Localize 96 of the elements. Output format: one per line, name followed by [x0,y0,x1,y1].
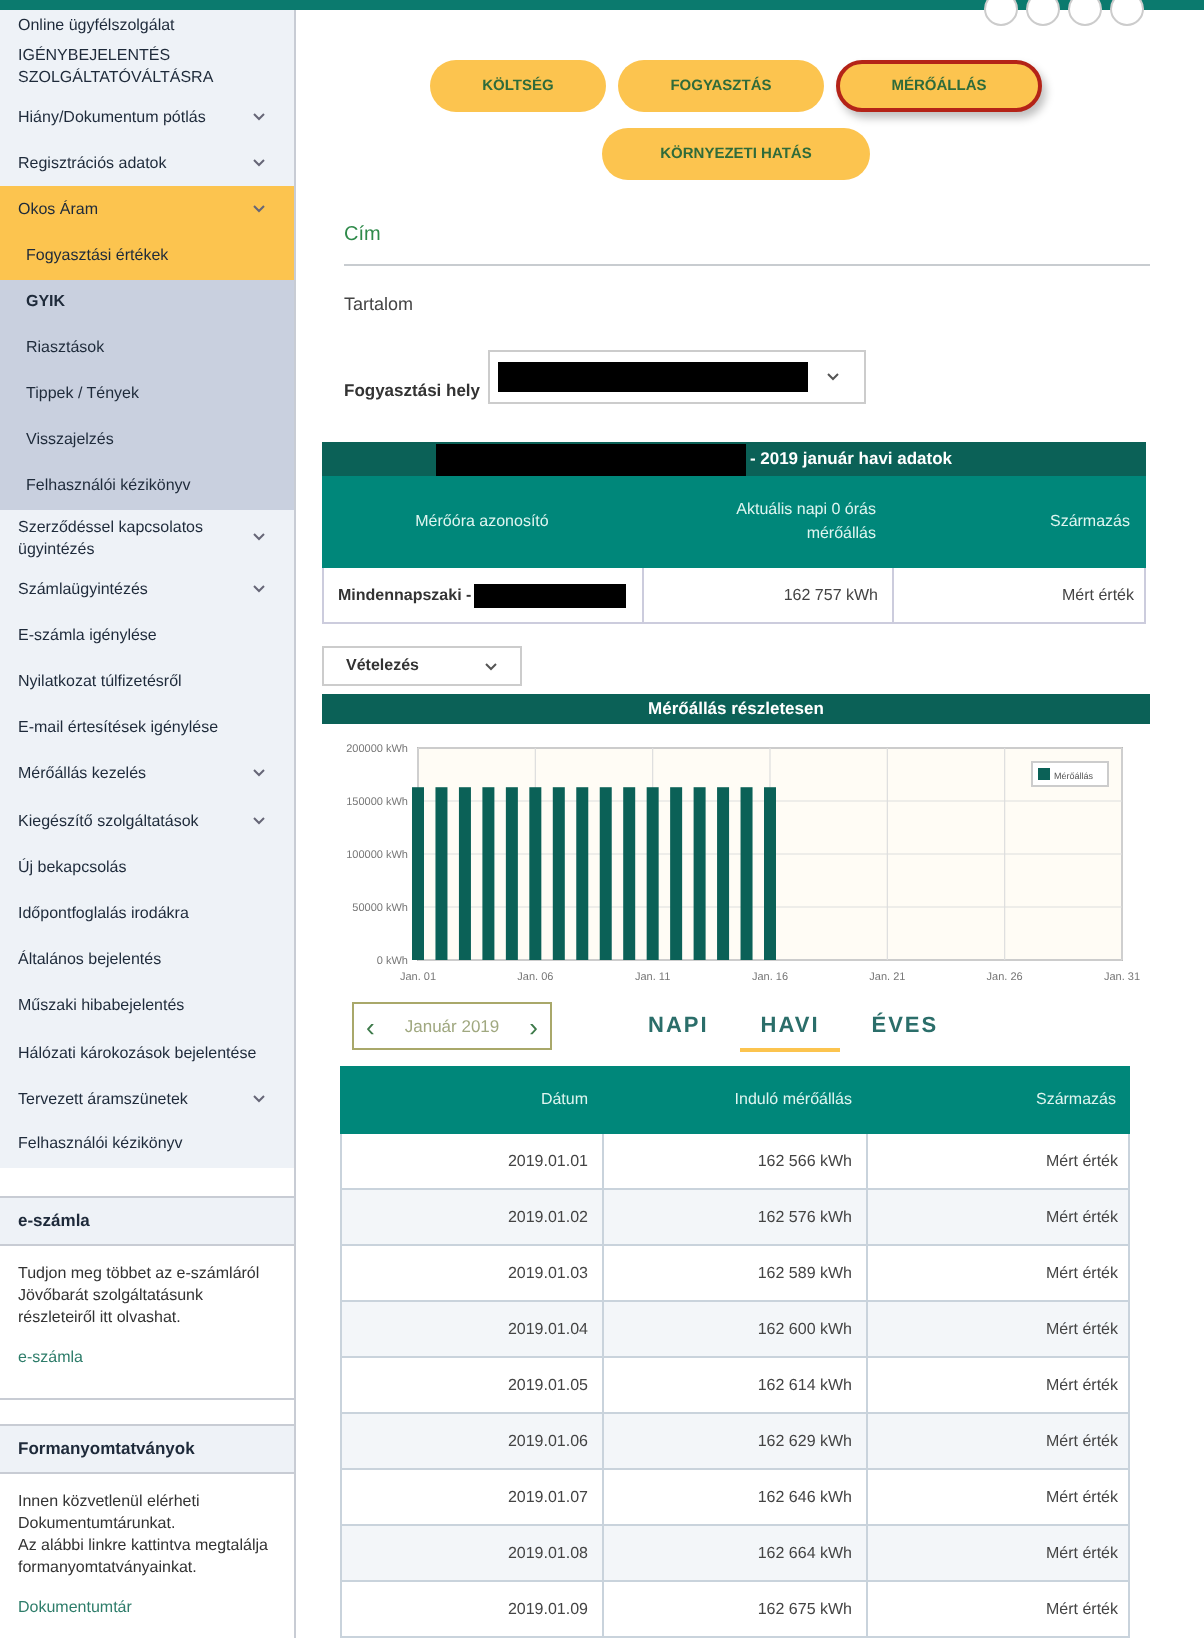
nav-subitem[interactable]: Felhasználói kézikönyv [0,463,294,510]
nav-subitem[interactable]: Fogyasztási értékek [0,233,294,280]
chevron-down-icon [252,112,266,123]
nav-item[interactable]: Regisztrációs adatok [0,140,294,187]
share-icon[interactable] [1110,0,1144,26]
share-icon[interactable] [1068,0,1102,26]
nav-item[interactable]: IGÉNYBEJELENTÉS SZOLGÁLTATÓVÁLTÁSRA [0,38,294,94]
nav-item[interactable]: Kiegészítő szolgáltatások [0,797,294,844]
table-cell-text: Mért érték [1043,1373,1120,1397]
box-text: Tudjon meg többet az e-számláról Jövőbarát szolgáltatásunk részleteiről itt olvashat. [18,1262,262,1328]
table-cell: 162 675 kWh [604,1582,868,1636]
nav-item[interactable]: E-számla igénylése [0,611,294,658]
nav-item[interactable]: Hiány/Dokumentum pótlás [0,94,294,141]
share-icon[interactable] [1026,0,1060,26]
table-cell: 2019.01.06 [342,1414,604,1468]
next-button[interactable]: › [529,1013,538,1040]
nav-item[interactable]: Számlaügyintézés [0,565,294,612]
column-header: Származás [1033,1088,1118,1112]
column-header: Mérőóra azonosító [413,510,551,535]
previous-button[interactable]: ‹ [366,1013,375,1040]
nav-item[interactable]: Szerződéssel kapcsolatos ügyintézés [0,509,294,566]
table-cell: 162 757 kWh [644,568,894,623]
table-cell-text: Mért érték [1043,1597,1120,1621]
content-label: Tartalom [344,291,416,318]
nav-subitem[interactable]: Visszajelzés [0,417,294,464]
box-text: Az alábbi linkre kattintva megtalálja formanyomtatványainkat. [18,1534,270,1578]
table-cell: 2019.01.08 [342,1526,604,1580]
period-tab[interactable]: HAVI [740,1001,840,1052]
table-cell: 2019.01.09 [342,1582,604,1636]
table-cell-text: Mért érték [1043,1541,1120,1565]
title-label: Cím [344,222,383,250]
box-link[interactable]: Dokumentumtár [18,1596,276,1620]
place-label: Fogyasztási hely [344,377,481,403]
chevron-down-icon [252,204,266,215]
table-cell: 2019.01.01 [342,1134,604,1188]
nav-item[interactable]: Új bekapcsolás [0,843,294,890]
table-cell: 2019.01.05 [342,1358,604,1412]
nav-item[interactable]: Műszaki hibabejelentés [0,982,294,1029]
nav-item[interactable]: Időpontfoglalás irodákra [0,889,294,937]
table-cell-text: Mért érték [1043,1261,1120,1285]
nav-item[interactable]: Felhasználói kézikönyv [0,1121,294,1168]
chevron-down-icon [252,532,266,543]
nav-item[interactable]: Tervezett áramszünetek [0,1075,294,1122]
month-label: Január 2019 [404,1013,500,1040]
nav-item[interactable]: Általános bejelentés [0,936,294,983]
nav-item[interactable]: Nyilatkozat túlfizetésről [0,657,294,705]
table-cell: 162 664 kWh [604,1526,868,1580]
box-header: e-számla [0,1198,294,1246]
table-cell-text: Mért érték [1043,1317,1120,1341]
month-navigator[interactable]: ‹ Január 2019 › [352,1002,552,1051]
table-cell: 2019.01.03 [342,1246,604,1300]
direction-select[interactable]: Vételezés [322,646,522,687]
nav-item[interactable]: E-mail értesítések igénylése [0,704,294,751]
chevron-down-icon [252,158,266,169]
table-cell: 162 576 kWh [604,1190,868,1244]
table-cell: 162 589 kWh [604,1246,868,1300]
chevron-down-icon [252,815,266,826]
table-cell: 2019.01.07 [342,1470,604,1524]
table-cell: 162 629 kWh [604,1414,868,1468]
table-cell-text: Mért érték [1059,583,1136,608]
chevron-down-icon [252,1093,266,1104]
period-tab[interactable]: NAPI [628,1001,729,1052]
table-cell: 162 646 kWh [604,1470,868,1524]
table-cell: 162 600 kWh [604,1302,868,1356]
chevron-down-icon [826,372,841,383]
chevron-down-icon [252,583,266,594]
table-cell: Mindennapszaki - [338,583,472,608]
nav-item[interactable]: Mérőállás kezelés [0,750,294,797]
chevron-down-icon [252,768,266,779]
table-cell: 162 614 kWh [604,1358,868,1412]
table-title: - 2019 január havi adatok [749,446,955,473]
nav-item[interactable]: Hálózati károkozások bejelentése [0,1028,294,1076]
column-header: Induló mérőállás [732,1088,854,1112]
chevron-down-icon [484,661,498,672]
chart-header: Mérőállás részletesen [322,694,1150,723]
table-cell: 162 566 kWh [604,1134,868,1188]
nav-item[interactable]: Online ügyfélszolgálat [0,10,294,38]
table-cell-text: Mért érték [1043,1485,1120,1509]
period-tab[interactable]: ÉVES [851,1001,959,1052]
share-icon[interactable] [984,0,1018,26]
column-header: Származás [1047,510,1132,535]
table-cell: 2019.01.02 [342,1190,604,1244]
table-cell-text: Mért érték [1043,1149,1120,1173]
nav-subitem[interactable]: Riasztások [0,325,294,372]
column-header: Dátum [538,1088,590,1112]
table-cell-text: Mért érték [1043,1429,1120,1453]
box-text: Innen közvetlenül elérheti Dokumentumtárunkat. [18,1490,202,1534]
nav-subitem[interactable]: Tippek / Tények [0,371,294,418]
place-select[interactable] [488,350,867,405]
table-cell: 2019.01.04 [342,1302,604,1356]
nav-subitem[interactable]: GYIK [0,279,294,326]
nav-item[interactable]: Okos Áram [0,186,294,234]
box-header: Formanyomtatványok [0,1426,294,1474]
column-header: Aktuális napi 0 órás mérőállás [734,498,878,547]
box-link[interactable]: e-számla [18,1346,276,1370]
table-cell-text: Mért érték [1043,1205,1120,1229]
